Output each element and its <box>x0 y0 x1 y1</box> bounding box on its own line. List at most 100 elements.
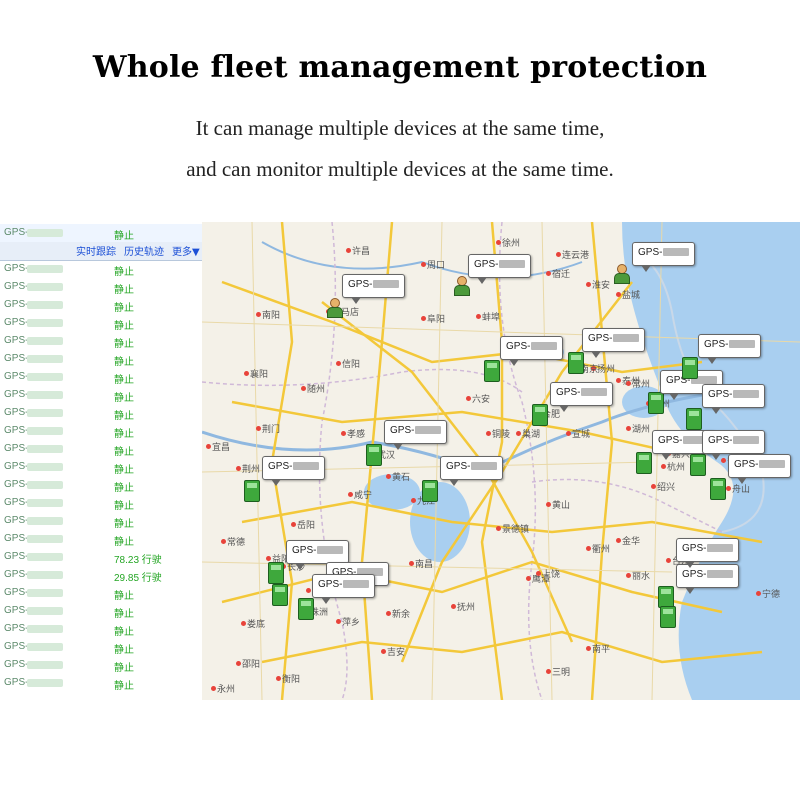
vehicle-list-row[interactable]: GPS- 静止 <box>0 602 202 620</box>
city-marker <box>726 486 731 491</box>
vehicle-callout[interactable]: GPS- <box>342 274 406 304</box>
map-view[interactable]: 许昌 徐州 周口 连云港 宿迁 驻马店 淮安 盐城 南阳 阜阳 蚌埠 信阳 襄阳 随州 扬州 泰州 南京 常州 荆门… <box>202 222 800 700</box>
vehicle-list-row[interactable]: GPS- 静止 <box>0 224 202 242</box>
vehicle-tracker-icon[interactable] <box>272 584 288 606</box>
vehicle-callout[interactable]: GPS- <box>468 254 532 284</box>
vehicle-list-row[interactable]: GPS- 静止 <box>0 296 202 314</box>
city-label: 宁德 <box>762 589 781 599</box>
vehicle-list-row[interactable]: GPS- 静止 <box>0 494 202 512</box>
vehicle-tracker-icon[interactable] <box>422 480 438 502</box>
vehicle-id: GPS- <box>4 227 29 238</box>
vehicle-tracker-icon[interactable] <box>636 452 652 474</box>
headline: Whole fleet management protection <box>92 50 708 85</box>
vehicle-status: 静止 <box>114 285 134 296</box>
city-marker <box>661 464 666 469</box>
vehicle-callout[interactable]: GPS- <box>702 430 766 460</box>
callout-text: GPS- <box>318 579 343 590</box>
vehicle-tracker-icon[interactable] <box>484 360 500 382</box>
vehicle-list-row[interactable]: GPS- 静止 <box>0 278 202 296</box>
vehicle-id: GPS- <box>4 335 29 346</box>
vehicle-list-row[interactable]: GPS- 静止 <box>0 458 202 476</box>
vehicle-list-row[interactable]: GPS- 静止 <box>0 638 202 656</box>
vehicle-list-row[interactable]: GPS- 静止 <box>0 404 202 422</box>
vehicle-callout[interactable]: GPS- <box>500 336 564 366</box>
history-track-link[interactable]: 历史轨迹 <box>124 243 164 258</box>
callout-id-redacted <box>759 460 786 469</box>
vehicle-id: GPS- <box>4 551 29 562</box>
vehicle-list-row[interactable]: GPS- 静止 <box>0 386 202 404</box>
vehicle-list-row[interactable]: GPS- 静止 <box>0 368 202 386</box>
vehicle-callout[interactable]: GPS- <box>702 384 766 414</box>
city-label: 黄山 <box>552 500 571 510</box>
city-label: 永州 <box>217 684 236 694</box>
vehicle-callout[interactable]: GPS- <box>698 334 762 364</box>
city-marker <box>626 381 631 386</box>
city-marker <box>616 538 621 543</box>
person-tracker-icon[interactable] <box>614 264 630 284</box>
vehicle-callout[interactable]: GPS- <box>728 454 792 484</box>
vehicle-callout[interactable]: GPS- <box>440 456 504 486</box>
vehicle-list-row[interactable]: GPS- 静止 <box>0 530 202 548</box>
vehicle-list-row[interactable]: GPS- 静止 <box>0 620 202 638</box>
vehicle-list-row[interactable]: GPS- 静止 <box>0 584 202 602</box>
city-label: 随州 <box>307 384 326 394</box>
vehicle-list-row[interactable]: GPS- 静止 <box>0 476 202 494</box>
city-marker <box>381 649 386 654</box>
city-marker <box>266 556 271 561</box>
more-dropdown[interactable]: 更多▼ <box>172 243 200 258</box>
city-label: 铜陵 <box>492 429 511 439</box>
vehicle-id: GPS- <box>4 587 29 598</box>
person-tracker-icon[interactable] <box>327 298 343 318</box>
realtime-track-link[interactable]: 实时跟踪 <box>76 243 116 258</box>
vehicle-tracker-icon[interactable] <box>682 357 698 379</box>
vehicle-tracker-icon[interactable] <box>568 352 584 374</box>
vehicle-tracker-icon[interactable] <box>268 562 284 584</box>
city-label: 蚌埠 <box>482 312 501 322</box>
vehicle-status: 静止 <box>114 681 134 692</box>
city-label: 六安 <box>472 394 491 404</box>
vehicle-callout[interactable]: GPS- <box>632 242 696 272</box>
vehicle-callout[interactable]: GPS- <box>384 420 448 450</box>
vehicle-callout[interactable]: GPS- <box>312 574 376 604</box>
vehicle-id: GPS- <box>4 497 29 508</box>
vehicle-list-row[interactable]: GPS- 静止 <box>0 350 202 368</box>
vehicle-list-row[interactable]: GPS- 静止 <box>0 656 202 674</box>
vehicle-status: 静止 <box>114 537 134 548</box>
vehicle-tracker-icon[interactable] <box>298 598 314 620</box>
callout-id-redacted <box>707 544 734 553</box>
vehicle-callout[interactable]: GPS- <box>286 540 350 570</box>
vehicle-tracker-icon[interactable] <box>686 408 702 430</box>
city-label: 周口 <box>427 260 446 270</box>
vehicle-status: 静止 <box>114 663 134 674</box>
vehicle-callout[interactable]: GPS- <box>582 328 646 358</box>
vehicle-list-row[interactable]: GPS- 静止 <box>0 422 202 440</box>
vehicle-tracker-icon[interactable] <box>660 606 676 628</box>
city-marker <box>586 646 591 651</box>
vehicle-list-row[interactable]: GPS- 静止 <box>0 440 202 458</box>
vehicle-list-row[interactable]: GPS- 静止 <box>0 314 202 332</box>
vehicle-tracker-icon[interactable] <box>244 480 260 502</box>
vehicle-callout[interactable]: GPS- <box>676 538 740 568</box>
vehicle-tracker-icon[interactable] <box>710 478 726 500</box>
vehicle-status: 静止 <box>114 501 134 512</box>
vehicle-tracker-icon[interactable] <box>658 586 674 608</box>
vehicle-tracker-icon[interactable] <box>366 444 382 466</box>
vehicle-tracker-icon[interactable] <box>690 454 706 476</box>
vehicle-list-row[interactable]: GPS- 29.85 行驶 <box>0 566 202 584</box>
vehicle-id: GPS- <box>4 677 29 688</box>
city-marker <box>244 371 249 376</box>
vehicle-id-redacted <box>27 355 63 363</box>
vehicle-list-row[interactable]: GPS- 静止 <box>0 260 202 278</box>
person-tracker-icon[interactable] <box>454 276 470 296</box>
vehicle-list-row[interactable]: GPS- 78.23 行驶 <box>0 548 202 566</box>
vehicle-list-row[interactable]: GPS- 静止 <box>0 332 202 350</box>
vehicle-status: 静止 <box>114 609 134 620</box>
vehicle-id: GPS- <box>4 317 29 328</box>
vehicle-callout[interactable]: GPS- <box>550 382 614 412</box>
vehicle-tracker-icon[interactable] <box>648 392 664 414</box>
vehicle-callout[interactable]: GPS- <box>262 456 326 486</box>
vehicle-list-row[interactable]: GPS- 静止 <box>0 512 202 530</box>
vehicle-list-row[interactable]: GPS- 静止 <box>0 674 202 692</box>
vehicle-id-redacted <box>27 373 63 381</box>
vehicle-tracker-icon[interactable] <box>532 404 548 426</box>
